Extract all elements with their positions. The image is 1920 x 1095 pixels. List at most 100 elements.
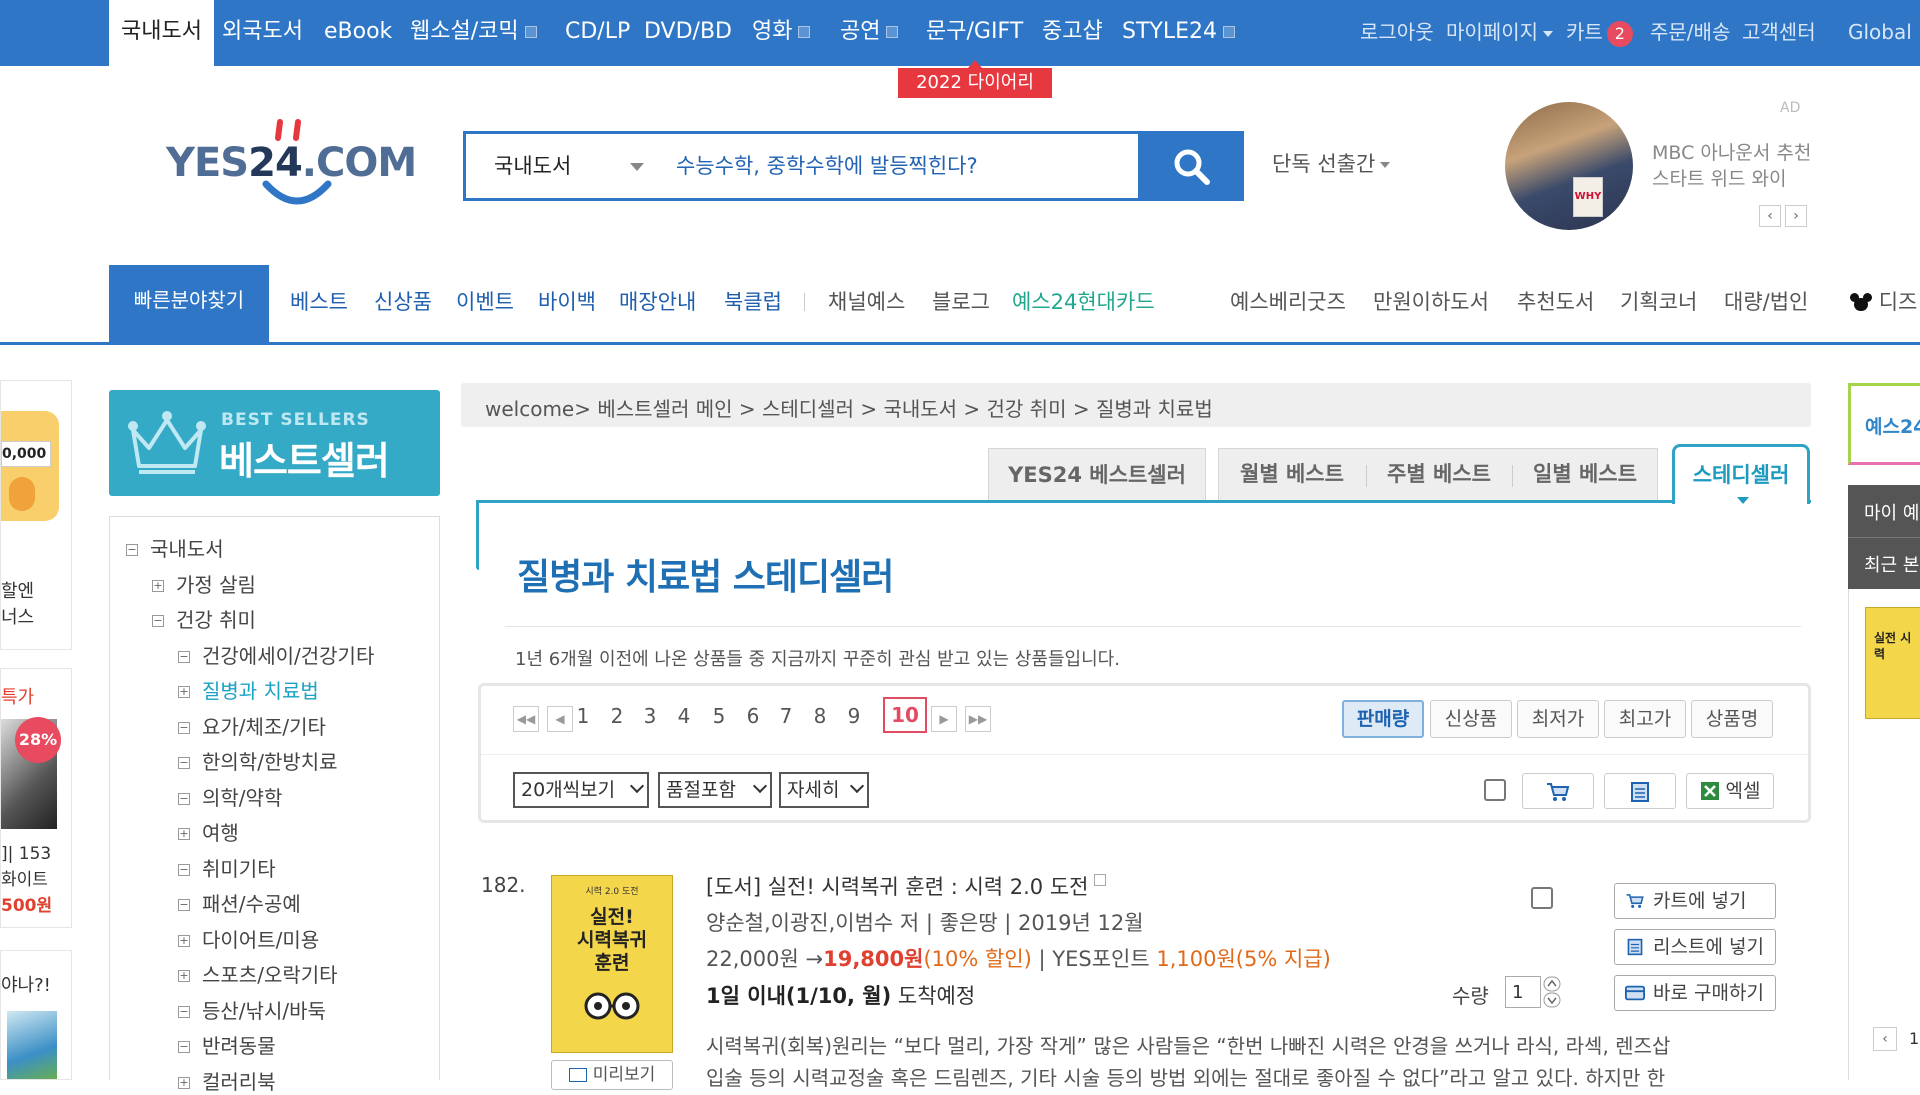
new-window-icon[interactable] [1094,874,1107,886]
gnb-blog[interactable]: 블로그 [932,286,990,316]
gnb-event[interactable]: 이벤트 [456,286,514,316]
search-input[interactable] [676,142,1116,190]
tree-node[interactable]: + 가정 살림 [152,569,256,598]
topnav-style24[interactable]: STYLE24 [1122,0,1235,66]
tab-daily[interactable]: 일별 베스트 [1512,448,1658,501]
collapse-icon[interactable]: − [178,650,190,663]
excel-export-button[interactable]: 엑셀 [1686,773,1774,809]
add-to-list-button[interactable]: 리스트에 넣기 [1614,929,1776,965]
page-number[interactable]: 5 [707,704,731,728]
mypage-link[interactable]: 마이페이지 [1446,0,1553,66]
tab-weekly[interactable]: 주별 베스트 [1366,448,1512,501]
page-number[interactable]: 3 [638,704,662,728]
tree-node[interactable]: + 컬러리북 [178,1066,276,1095]
expand-icon[interactable]: + [178,970,190,982]
collapse-icon[interactable]: − [178,1041,190,1053]
left-ad-1[interactable]: 0,000 할엔 너스 [0,380,72,650]
topnav-used-shop[interactable]: 중고샵 [1042,0,1103,66]
sort-new[interactable]: 신상품 [1430,700,1512,738]
collapse-icon[interactable]: − [178,1005,190,1018]
gnb-new[interactable]: 신상품 [374,286,432,316]
gnb-under10000[interactable]: 만원이하도서 [1373,286,1489,316]
gnb-channel-yes[interactable]: 채널예스 [828,286,905,316]
search-button[interactable] [1138,131,1244,201]
sort-name[interactable]: 상품명 [1691,700,1773,738]
gnb-best[interactable]: 베스트 [290,286,348,316]
collapse-icon[interactable]: − [178,792,190,805]
topnav-cd-lp[interactable]: CD/LP [565,0,630,66]
order-delivery-link[interactable]: 주문/배송 [1650,0,1730,66]
next-page-button[interactable]: ▶ [931,706,957,732]
gnb-planning[interactable]: 기획코너 [1620,286,1697,316]
last-page-button[interactable]: ▶▶ [965,706,991,732]
topnav-webnovel[interactable]: 웹소설/코믹 [410,0,537,66]
topnav-stationery[interactable]: 문구/GIFT [926,0,1023,66]
exclusive-dropdown[interactable]: 단독 선출간 [1272,148,1391,178]
per-page-select[interactable]: 20개씩보기 [513,772,649,808]
topnav-dvd-bd[interactable]: DVD/BD [644,0,732,66]
tree-node[interactable]: − 등산/낚시/바둑 [178,995,326,1024]
expand-icon[interactable]: + [178,686,190,698]
expand-icon[interactable]: + [178,1076,190,1089]
tab-yes24-bestseller[interactable]: YES24 베스트셀러 [988,448,1206,501]
add-selected-to-list-button[interactable] [1604,773,1676,809]
tree-node[interactable]: − 의학/약학 [178,782,282,811]
gnb-disney[interactable]: 디즈 [1850,286,1917,316]
expand-icon[interactable]: + [178,828,190,840]
topnav-performance[interactable]: 공연 [840,0,899,66]
gnb-recommended[interactable]: 추천도서 [1517,286,1594,316]
page-number[interactable]: 9 [842,704,866,728]
quantity-input[interactable] [1505,976,1541,1008]
gnb-buyback[interactable]: 바이백 [538,286,596,316]
ad-image[interactable]: WHY [1505,102,1633,230]
tree-node[interactable]: − 건강에세이/건강기타 [178,640,374,669]
tree-node[interactable]: − 건강 취미 [152,604,256,633]
buy-now-button[interactable]: 바로 구매하기 [1614,975,1776,1011]
tree-node[interactable]: − 패션/수공예 [178,888,301,917]
customer-center-link[interactable]: 고객센터 [1742,0,1816,66]
page-number[interactable]: 4 [672,704,696,728]
product-checkbox[interactable] [1531,887,1553,909]
gnb-store[interactable]: 매장안내 [619,286,696,316]
collapse-icon[interactable]: − [178,721,190,734]
breadcrumb-text[interactable]: welcome> 베스트셀러 메인 > 스테디셀러 > 국내도서 > 건강 취미… [485,393,1213,422]
first-page-button[interactable]: ◀◀ [513,706,539,732]
page-number[interactable]: 2 [605,704,629,728]
quick-category-button[interactable]: 빠른분야찾기 [109,265,269,345]
select-all-checkbox[interactable] [1484,779,1506,801]
tree-node[interactable]: + 질병과 치료법 [178,675,319,704]
left-ad-2[interactable]: 특가 28% ]| 153 화이트 500원 [0,668,72,928]
cart-link[interactable]: 카트 2 [1566,0,1633,66]
product-author-publisher[interactable]: 양순철,이광진,이범수 저 | 좋은땅 | 2019년 12월 [706,907,1144,937]
sort-sales[interactable]: 판매량 [1342,700,1424,738]
collapse-icon[interactable]: − [178,863,190,876]
prev-page-button[interactable]: ◀ [547,706,573,732]
gnb-goods[interactable]: 예스베리굿즈 [1230,286,1346,316]
diary-promo-badge[interactable]: 2022 다이어리 [898,60,1052,98]
collapse-icon[interactable]: − [178,899,190,911]
global-link[interactable]: Global [1848,0,1912,66]
topnav-movie[interactable]: 영화 [752,0,811,66]
tab-steadyseller[interactable]: 스테디셀러 [1672,444,1810,504]
tree-node[interactable]: − 반려동물 [178,1030,276,1059]
ad-text[interactable]: MBC 아나운서 추천 스타트 위드 와이 [1652,140,1811,192]
add-to-cart-button[interactable]: 카트에 넣기 [1614,883,1776,919]
tree-node[interactable]: − 취미기타 [178,853,276,882]
collapse-icon[interactable]: − [126,544,138,556]
ad-prev-button[interactable]: ‹ [1759,205,1781,227]
view-mode-select[interactable]: 자세히 [779,772,869,808]
page-number[interactable]: 1 [571,704,595,728]
left-ad-3[interactable]: 야나?! [0,950,72,1080]
sort-highest-price[interactable]: 최고가 [1604,700,1686,738]
quantity-stepper[interactable] [1543,976,1561,1008]
tree-node[interactable]: + 여행 [178,817,239,846]
topnav-domestic-books[interactable]: 국내도서 [109,0,214,66]
gnb-bulk-corporate[interactable]: 대량/법인 [1724,286,1808,316]
topnav-ebook[interactable]: eBook [324,0,392,66]
sort-lowest-price[interactable]: 최저가 [1517,700,1599,738]
page-current[interactable]: 10 [883,697,927,733]
recent-prev-button[interactable]: ‹ [1873,1027,1897,1051]
page-number[interactable]: 8 [808,704,832,728]
expand-icon[interactable]: + [178,934,190,947]
topnav-foreign-books[interactable]: 외국도서 [222,0,303,66]
